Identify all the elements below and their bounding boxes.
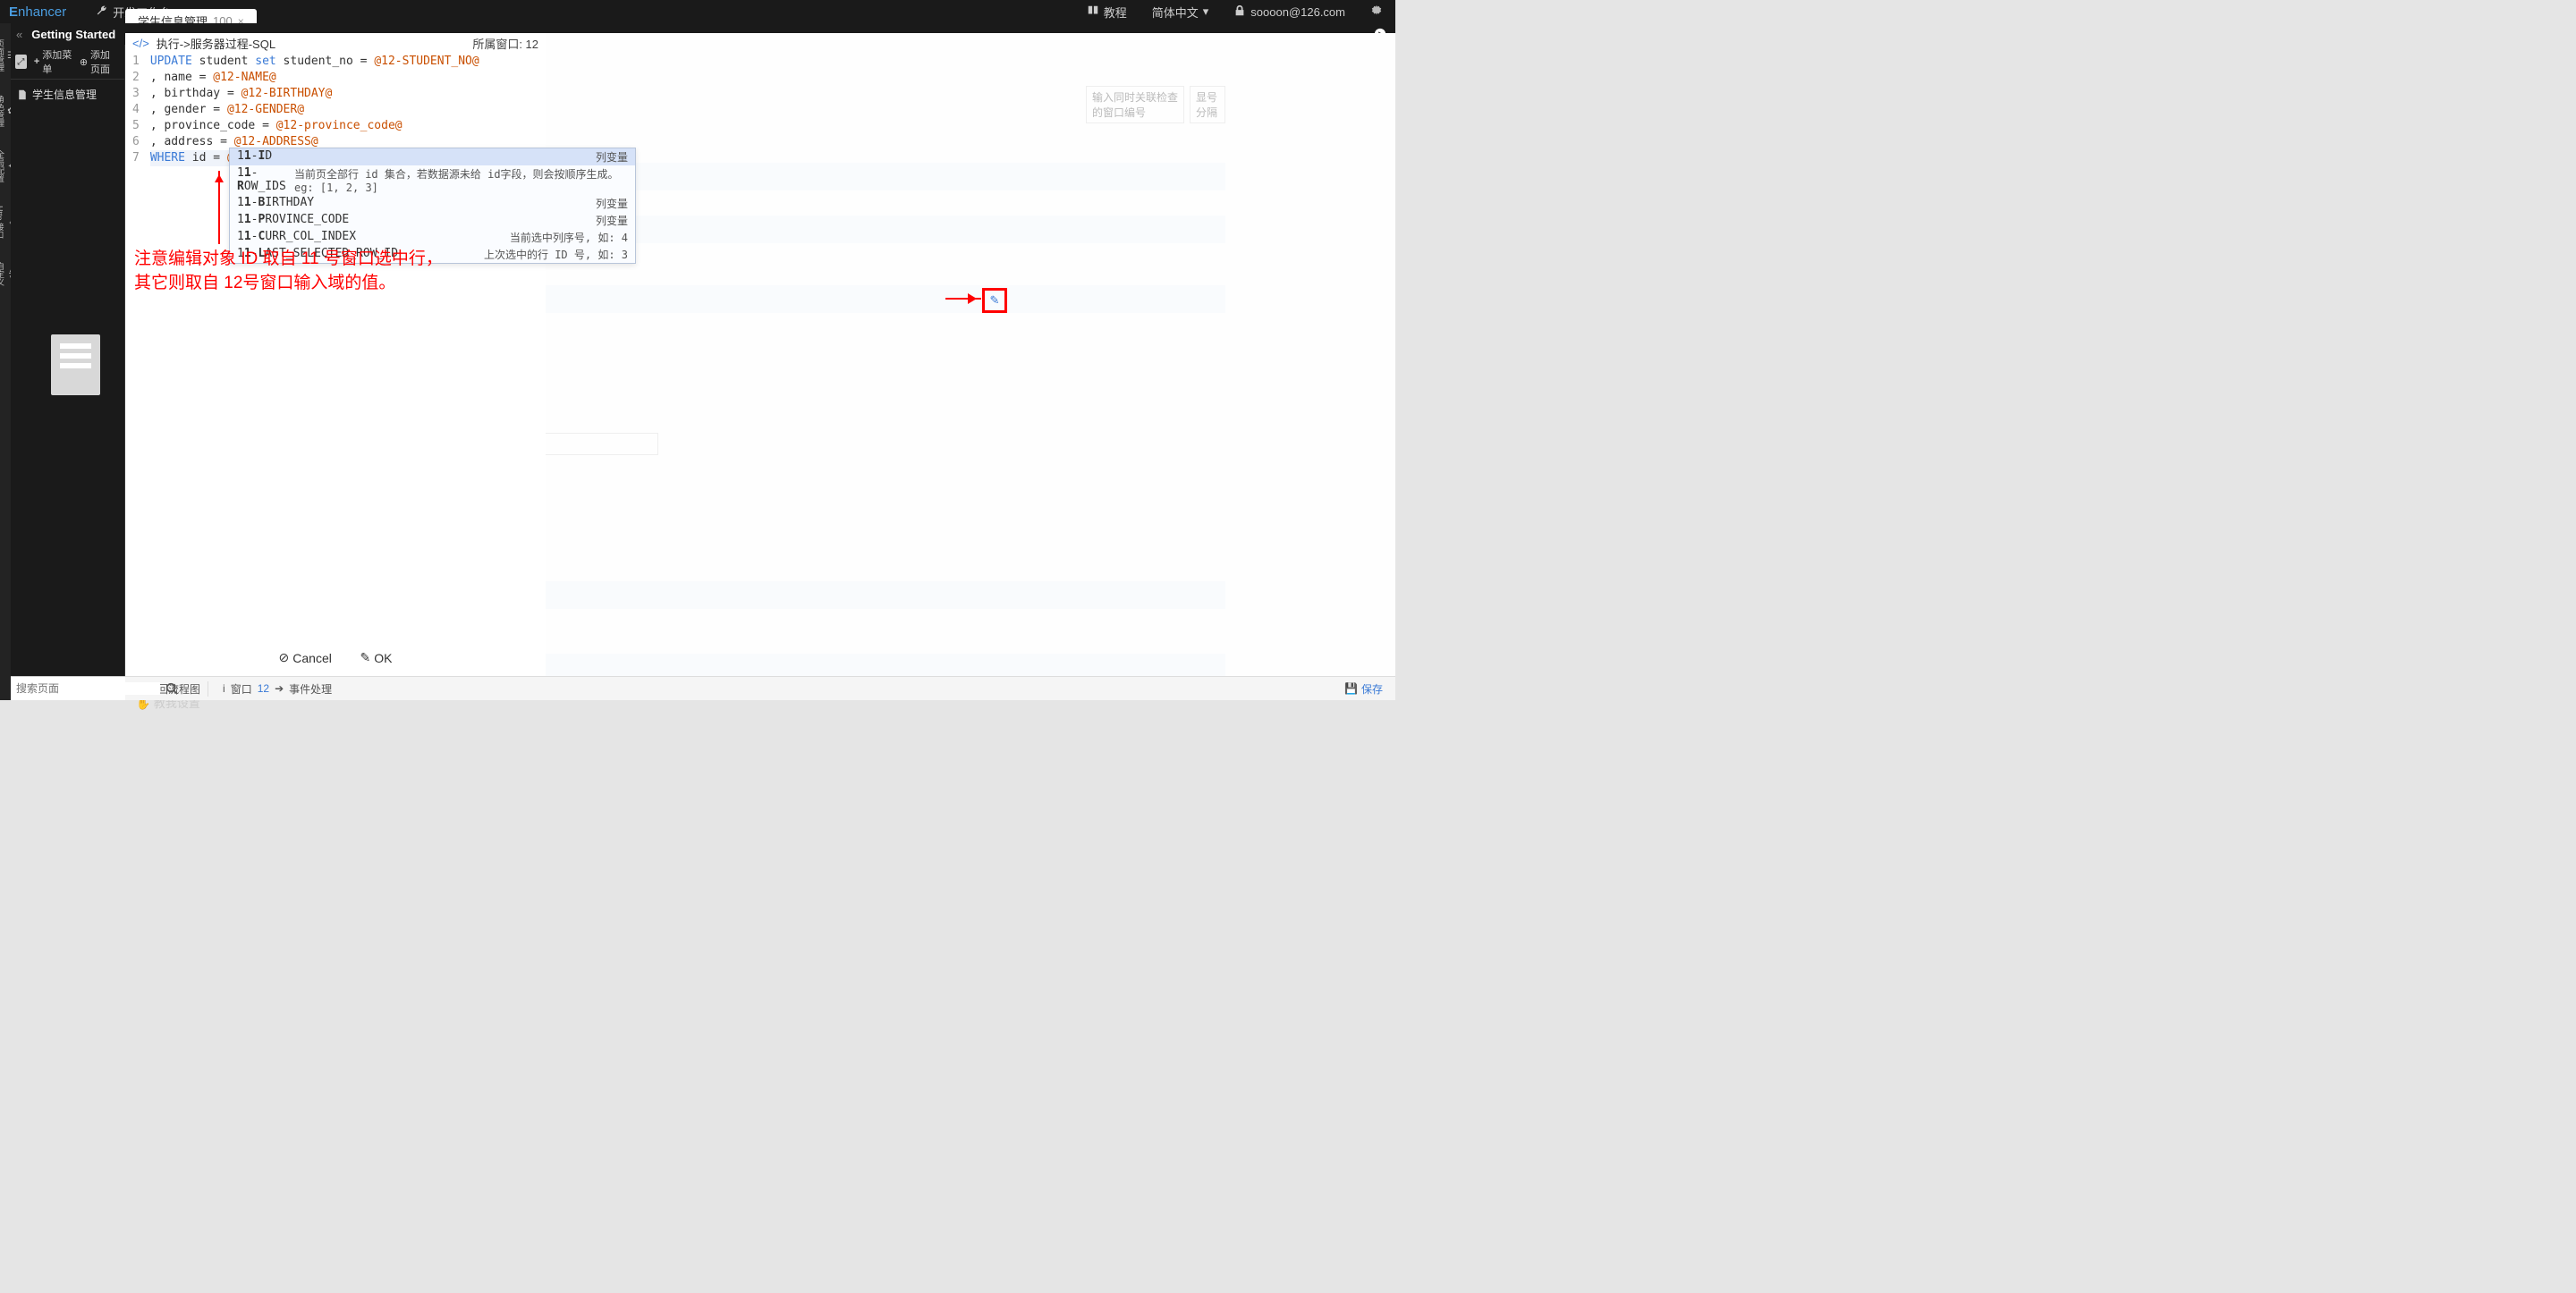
autocomplete-item[interactable]: 11-ROW_IDS当前页全部行 id 集合，若数据源未给 id字段，则会按顺序… — [230, 165, 635, 195]
cancel-icon: ⊘ — [279, 650, 290, 665]
status-bar: ← 返回流程图 i 窗口 12 ➔ 事件处理 💾 保存 — [11, 676, 1395, 700]
pencil-icon: ✎ — [360, 650, 370, 665]
save-icon: 💾 — [1344, 682, 1358, 695]
add-menu-button[interactable]: +添加菜单 — [34, 47, 72, 76]
autocomplete-popup: 11-ID列变量11-ROW_IDS当前页全部行 id 集合，若数据源未给 id… — [229, 148, 636, 264]
user-label: soooon@126.com — [1250, 5, 1345, 19]
tree-item[interactable]: 学生信息管理 — [15, 85, 120, 104]
tutorial-label: 教程 — [1104, 4, 1127, 21]
cancel-button[interactable]: ⊘ Cancel — [267, 648, 344, 667]
add-page-button[interactable]: ⊕添加页面 — [80, 47, 120, 76]
settings-button[interactable] — [1358, 4, 1395, 20]
wrench-icon — [96, 4, 108, 20]
search-box — [11, 676, 125, 700]
annotation-arrow — [218, 171, 220, 244]
info-icon: i — [223, 682, 225, 695]
autocomplete-item[interactable]: 11-BIRTHDAY列变量 — [230, 195, 635, 212]
search-icon[interactable] — [160, 682, 183, 695]
lock-icon — [1233, 4, 1246, 20]
collapse-icon[interactable]: « — [16, 28, 22, 41]
annotation-text: 注意编辑对象 ID 取自 11 号窗口选中行， 其它则取自 12号窗口输入域的值… — [134, 248, 443, 295]
main-area: 1 部件ID ButtonClick0 12 输入同时关联检查的窗口编号 显号分… — [125, 33, 1395, 676]
breadcrumb[interactable]: i 窗口 12 ➔ 事件处理 — [216, 681, 339, 697]
gear-icon — [1370, 4, 1383, 20]
language-selector[interactable]: 简体中文 ▾ — [1140, 4, 1222, 21]
language-label: 简体中文 — [1152, 4, 1199, 21]
book-icon — [1087, 4, 1099, 20]
code-panel: </> 执行->服务器过程-SQL 所属窗口: 12 1234567 UPDAT… — [125, 33, 546, 676]
autocomplete-item[interactable]: 11-PROVINCE_CODE列变量 — [230, 212, 635, 229]
user-menu[interactable]: soooon@126.com — [1221, 4, 1358, 20]
chevron-right-icon: ➔ — [275, 682, 284, 695]
chevron-down-icon: ▾ — [1203, 4, 1209, 19]
search-input[interactable] — [11, 682, 160, 695]
ok-button[interactable]: ✎ OK — [347, 648, 404, 667]
save-button[interactable]: 💾 保存 — [1332, 681, 1395, 697]
logo[interactable]: EEnhancernhancer — [0, 4, 82, 20]
code-title: 执行->服务器过程-SQL — [157, 35, 275, 52]
side-rail: ☰页面管理 ✿角色管理 ✦全局配置 ⟐Http 接口 </>自定义 — [0, 23, 11, 700]
tutorial-link[interactable]: 教程 — [1074, 4, 1140, 21]
code-window-label: 所属窗口: 12 — [472, 35, 538, 52]
code-icon: </> — [132, 37, 149, 50]
left-panel: ⤢ +添加菜单 ⊕添加页面 学生信息管理 — [11, 45, 125, 676]
edit-button-highlight[interactable]: ✎ — [982, 288, 1007, 313]
autocomplete-item[interactable]: 11-ID列变量 — [230, 148, 635, 165]
tree-item-label: 学生信息管理 — [32, 87, 97, 102]
expand-icon[interactable]: ⤢ — [15, 55, 27, 69]
pencil-icon: ✎ — [990, 293, 1000, 308]
file-icon — [17, 89, 28, 100]
autocomplete-item[interactable]: 11-CURR_COL_INDEX当前选中列序号, 如: 4 — [230, 229, 635, 246]
annotation-arrow-2 — [945, 298, 981, 300]
